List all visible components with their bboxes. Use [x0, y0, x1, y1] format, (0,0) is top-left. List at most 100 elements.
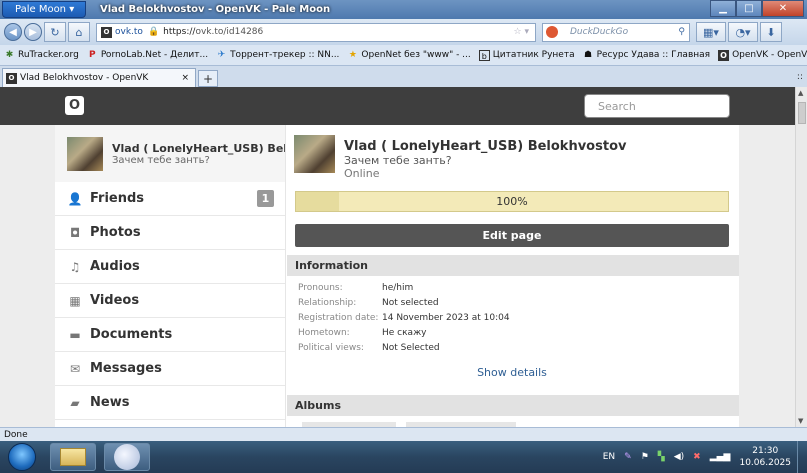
signal-icon[interactable]: ▂▄▆	[710, 452, 731, 462]
bash-icon: b	[478, 49, 490, 61]
volume-icon[interactable]: ◀)	[674, 452, 684, 462]
status-text: Done	[4, 429, 28, 440]
home-button[interactable]: ⌂	[68, 22, 90, 42]
url-prefix: https://	[163, 27, 196, 37]
bookmarks-bar: ✱ RuTracker.org P PornoLab.Net - Делит... …	[0, 45, 807, 66]
network-error-icon[interactable]: ✖	[693, 452, 701, 462]
lock-icon: 🔒	[147, 27, 160, 37]
sidebar-item-videos[interactable]: ▦ Videos	[55, 284, 285, 318]
minimize-button[interactable]: ▁	[710, 0, 736, 17]
bookmark-item[interactable]: ★ OpenNet без "www" - ...	[347, 49, 471, 61]
page-body: Vlad ( LonelyHeart_USB) Belokhvostov Зач…	[55, 125, 739, 427]
tab-list-icon[interactable]: ::	[797, 72, 803, 82]
url-bar[interactable]: O ovk.to 🔒 https://ovk.to/id14286 ☆ ▾	[96, 22, 536, 42]
envelope-icon: ✉	[69, 361, 81, 376]
download-button[interactable]: ⬇	[760, 22, 782, 42]
info-value: 14 November 2023 at 10:04	[382, 313, 510, 323]
tab-openvk[interactable]: O Vlad Belokhvostov - OpenVK ×	[2, 68, 196, 87]
flag-icon[interactable]: ⚑	[641, 452, 649, 462]
clock-icon: ◔▾	[735, 25, 751, 39]
bookmark-star-icon[interactable]: ☆ ▾	[514, 27, 529, 37]
sidebar-item-messages[interactable]: ✉ Messages	[55, 352, 285, 386]
clock-time: 21:30	[752, 446, 779, 456]
sidebar-item-photos[interactable]: ◘ Photos	[55, 216, 285, 250]
profile-name: Vlad ( LonelyHeart_USB) Belokhvostov	[344, 139, 627, 154]
sidebar-profile-status: Зачем тебе занть?	[112, 154, 210, 166]
extension-button[interactable]: ▦▾	[696, 22, 726, 42]
sidebar-item-label: Friends	[90, 191, 145, 206]
close-window-button[interactable]: ✕	[762, 0, 804, 17]
person-icon: 👤	[67, 191, 83, 206]
info-value: Не скажу	[382, 328, 427, 338]
maximize-button[interactable]: □	[736, 0, 762, 17]
info-row: Registration date: 14 November 2023 at 10…	[298, 311, 510, 326]
sidebar-item-label: Audios	[90, 259, 140, 274]
tab-bar: O Vlad Belokhvostov - OpenVK × + ::	[0, 66, 807, 87]
show-desktop-button[interactable]	[797, 441, 807, 473]
bookmark-item[interactable]: P PornoLab.Net - Делит...	[87, 50, 208, 61]
status-button[interactable]: ◔▾	[728, 22, 758, 42]
information-header: Information	[287, 255, 739, 276]
forward-button[interactable]: ▶	[24, 23, 42, 41]
taskbar-explorer-button[interactable]	[50, 443, 96, 471]
scrollbar-thumb[interactable]	[798, 102, 806, 124]
bookmark-item[interactable]: ☗ Ресурс Удава :: Главная	[583, 50, 710, 61]
document-icon: ▬	[69, 327, 81, 342]
bookmark-item[interactable]: b Цитатник Рунета	[478, 49, 575, 61]
browser-window: Pale Moon ▾ Vlad Belokhvostov - OpenVK -…	[0, 0, 807, 473]
clock[interactable]: 21:30 10.06.2025	[739, 445, 791, 469]
reload-button[interactable]: ↻	[44, 22, 66, 42]
openvk-favicon-icon: O	[101, 26, 112, 38]
info-key: Relationship:	[298, 298, 357, 308]
page-viewport: O Vlad ( LonelyHeart_USB) Belokhvostov З…	[0, 87, 795, 427]
show-details-link[interactable]: Show details	[286, 366, 738, 379]
bookmark-item[interactable]: ✈ Торрент-трекер :: NN...	[216, 49, 340, 61]
avatar[interactable]	[294, 135, 335, 173]
network-icon[interactable]: ▚	[658, 452, 665, 462]
duckduckgo-icon	[546, 26, 558, 38]
edit-page-button[interactable]: Edit page	[295, 224, 729, 247]
info-row: Political views: Not Selected	[298, 341, 510, 356]
speech-bubble-icon: ▰	[70, 395, 80, 410]
profile-completion-fill	[296, 192, 340, 211]
site-header: O	[0, 87, 795, 125]
extension-icon: ▦▾	[703, 25, 719, 39]
openvk-favicon-icon: O	[6, 72, 17, 84]
url-text: ovk.to/id14286	[195, 27, 264, 37]
openvk-logo[interactable]: O	[65, 96, 84, 115]
start-button[interactable]	[8, 443, 36, 471]
status-bar: Done	[0, 427, 807, 441]
page-scrollbar[interactable]: ▲ ▼	[795, 87, 807, 427]
avatar[interactable]	[67, 136, 103, 171]
app-menu-button[interactable]: Pale Moon ▾	[2, 1, 86, 18]
taskbar-palemoon-button[interactable]	[104, 443, 150, 471]
sidebar-menu: 👤 Friends 1 ◘ Photos ♫ Audios ▦ Videos ▬…	[55, 182, 285, 420]
search-engine-bar[interactable]: DuckDuckGo ⚲	[542, 22, 690, 42]
opennet-icon: ★	[348, 49, 357, 60]
nnm-icon: ✈	[217, 49, 226, 60]
site-search-input[interactable]	[584, 94, 730, 118]
sidebar-item-label: Documents	[90, 327, 173, 342]
search-icon[interactable]: ⚲	[678, 27, 685, 37]
pen-icon[interactable]: ✎	[624, 452, 632, 462]
sidebar-item-friends[interactable]: 👤 Friends 1	[55, 182, 285, 216]
navigation-bar: ◀ ▶ ↻ ⌂ O ovk.to 🔒 https://ovk.to/id1428…	[0, 19, 807, 45]
info-key: Pronouns:	[298, 283, 343, 293]
close-tab-icon[interactable]: ×	[181, 73, 189, 83]
scroll-up-icon[interactable]: ▲	[798, 89, 803, 97]
bookmark-item[interactable]: ✱ RuTracker.org	[4, 50, 79, 61]
back-button[interactable]: ◀	[4, 23, 22, 41]
sidebar-profile[interactable]: Vlad ( LonelyHeart_USB) Belokhvostov Зач…	[55, 125, 285, 182]
sidebar-item-documents[interactable]: ▬ Documents	[55, 318, 285, 352]
sidebar-item-news[interactable]: ▰ News	[55, 386, 285, 420]
sidebar-item-label: Videos	[90, 293, 140, 308]
new-tab-button[interactable]: +	[198, 70, 218, 87]
language-indicator[interactable]: EN	[603, 452, 615, 462]
scroll-down-icon[interactable]: ▼	[798, 417, 803, 425]
info-key: Hometown:	[298, 328, 350, 338]
bookmark-item[interactable]: O OpenVK - OpenVK	[718, 49, 807, 61]
info-value: Not Selected	[382, 343, 440, 353]
title-bar: Pale Moon ▾ Vlad Belokhvostov - OpenVK -…	[0, 0, 807, 19]
profile-status[interactable]: Зачем тебе занть?	[344, 154, 626, 167]
sidebar-item-audios[interactable]: ♫ Audios	[55, 250, 285, 284]
